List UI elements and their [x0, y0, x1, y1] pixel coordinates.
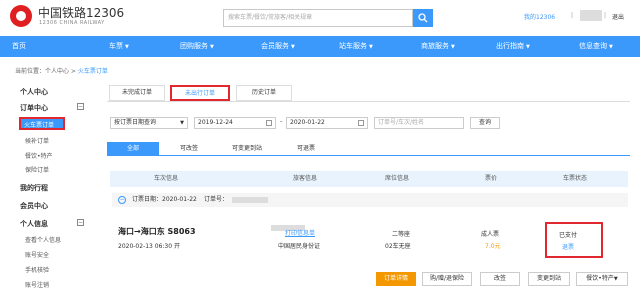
change-ticket-button[interactable]: 改签: [480, 272, 520, 286]
nav-item-business[interactable]: 商旅服务 ▼: [421, 36, 455, 57]
collapse-icon[interactable]: −: [77, 103, 84, 110]
breadcrumb-prefix: 当前位置：个人中心 >: [15, 68, 78, 75]
order-number-label: 订单号：: [204, 196, 229, 203]
chevron-down-icon: ▼: [451, 44, 455, 50]
end-date-input[interactable]: 2020-01-22: [286, 117, 368, 129]
collapse-icon[interactable]: −: [77, 219, 84, 226]
th-status: 车票状态: [563, 175, 588, 182]
ticket-price: 7.0元: [485, 243, 501, 250]
railway-logo-icon[interactable]: [10, 5, 32, 27]
main-nav: 首页 车票 ▼ 团购服务 ▼ 会员服务 ▼ 站车服务 ▼ 商旅服务 ▼ 出行指南 ▼ 信息查…: [0, 36, 640, 57]
nav-item-member[interactable]: 会员服务 ▼: [261, 36, 295, 57]
search-input[interactable]: 搜索车票/餐饮/常旅客/相关规章: [228, 10, 312, 26]
refund-link[interactable]: 退票: [562, 242, 574, 251]
catering-button[interactable]: 餐饮•特产▼: [576, 272, 628, 286]
breadcrumb: 当前位置：个人中心 > 火车票订单: [15, 66, 108, 75]
sidebar-item-phone-verify[interactable]: 手机核验: [25, 265, 49, 274]
ticket-status-box: 已支付 退票: [545, 222, 603, 258]
status-tab-change-station[interactable]: 可变更到站: [232, 142, 262, 155]
nav-item-group[interactable]: 团购服务 ▼: [180, 36, 214, 57]
change-station-button[interactable]: 变更到站: [528, 272, 570, 286]
order-number-masked: [232, 197, 268, 203]
logout-link[interactable]: 退出: [612, 12, 624, 21]
chevron-down-icon: ▼: [180, 120, 184, 126]
sidebar-item-account-logout[interactable]: 账号注销: [25, 280, 49, 289]
id-type: 中国居民身份证: [278, 243, 321, 250]
ticket-type: 成人票: [481, 231, 500, 238]
collapse-icon[interactable]: −: [118, 196, 126, 204]
sidebar-item-account-security[interactable]: 账号安全: [25, 250, 49, 259]
keyword-input[interactable]: 订单号/车次/姓名: [374, 117, 464, 129]
tab-unfinished[interactable]: 未完成订单: [109, 85, 165, 101]
header-divider: |: [604, 12, 607, 19]
search-button[interactable]: [413, 9, 433, 27]
search-icon: [418, 13, 428, 23]
chevron-down-icon: ▼: [291, 44, 295, 50]
order-info-row: − 订票日期：2020-01-22 订单号：: [112, 193, 628, 207]
site-title[interactable]: 中国铁路12306: [38, 4, 124, 21]
tab-divider: [107, 101, 630, 102]
train-route: 海口→海口东 S8063: [118, 227, 196, 236]
breadcrumb-current[interactable]: 火车票订单: [78, 68, 108, 75]
nav-item-tickets[interactable]: 车票 ▼: [109, 36, 129, 57]
sidebar-my-trips[interactable]: 我的行程: [20, 183, 48, 193]
catering-button-label: 餐饮•特产: [586, 275, 614, 282]
sidebar-item-train-orders[interactable]: 火车票订单: [19, 117, 65, 130]
date-type-select[interactable]: 按订票日期查询 ▼: [110, 117, 188, 129]
chevron-down-icon: ▼: [609, 44, 613, 50]
username-masked: [580, 10, 602, 21]
sidebar-personal-center[interactable]: 个人中心: [20, 87, 48, 97]
sidebar-order-center[interactable]: 订单中心: [20, 103, 48, 113]
calendar-icon[interactable]: [266, 120, 272, 126]
header-divider: |: [571, 12, 574, 19]
nav-item-guide[interactable]: 出行指南 ▼: [496, 36, 530, 57]
sidebar-member-center[interactable]: 会员中心: [20, 201, 48, 211]
th-train: 车次信息: [154, 175, 179, 182]
my-account-link[interactable]: 我的12306: [524, 12, 555, 21]
status-tab-all[interactable]: 全部: [107, 142, 159, 155]
site-subtitle: 12306 CHINA RAILWAY: [39, 20, 105, 26]
chevron-down-icon: ▼: [526, 44, 530, 50]
calendar-icon[interactable]: [358, 120, 364, 126]
th-price: 票价: [485, 175, 498, 182]
sidebar-item-insurance[interactable]: 保险订单: [25, 165, 49, 174]
nav-item-home[interactable]: 首页: [12, 36, 26, 57]
sidebar-item-catering[interactable]: 餐饮•特产: [25, 151, 53, 160]
chevron-down-icon: ▼: [369, 44, 373, 50]
th-passenger: 旅客信息: [293, 175, 318, 182]
order-date: 订票日期：2020-01-22: [132, 196, 197, 203]
insurance-button[interactable]: 购/赠/退保险: [422, 272, 472, 286]
sidebar-item-view-info[interactable]: 查看个人信息: [25, 235, 61, 244]
table-header: 车次信息 旅客信息 席位信息 票价 车票状态: [110, 171, 628, 187]
status-tab-refundable[interactable]: 可退票: [297, 142, 315, 155]
nav-item-station[interactable]: 站车服务 ▼: [339, 36, 373, 57]
seat-number: 02车无座: [385, 243, 411, 250]
tab-upcoming[interactable]: 未出行订单: [170, 85, 230, 101]
nav-item-info[interactable]: 信息查询 ▼: [579, 36, 613, 57]
chevron-down-icon: ▼: [613, 276, 618, 282]
status-filter-bar: 全部 可改签 可变更到站 可退票: [107, 142, 630, 156]
chevron-down-icon: ▼: [125, 44, 129, 50]
departure-time: 2020-02-13 06:30 开: [118, 243, 180, 250]
tab-history[interactable]: 历史订单: [236, 85, 292, 101]
print-info-link[interactable]: 打印信息单: [285, 228, 315, 237]
th-seat: 席位信息: [385, 175, 410, 182]
sidebar-personal-info[interactable]: 个人信息: [20, 219, 48, 229]
sidebar-item-makeup-orders[interactable]: 候补订单: [25, 136, 49, 145]
date-range-separator: -: [280, 118, 283, 125]
status-badge: 已支付: [559, 232, 578, 239]
search-field[interactable]: 搜索车票/餐饮/常旅客/相关规章: [223, 9, 413, 27]
status-tab-changeable[interactable]: 可改签: [180, 142, 198, 155]
seat-class: 二等座: [392, 231, 411, 238]
query-button[interactable]: 查询: [470, 117, 500, 129]
start-date-input[interactable]: 2019-12-24: [194, 117, 276, 129]
chevron-down-icon: ▼: [210, 44, 214, 50]
order-detail-button[interactable]: 订单详情: [376, 272, 416, 286]
